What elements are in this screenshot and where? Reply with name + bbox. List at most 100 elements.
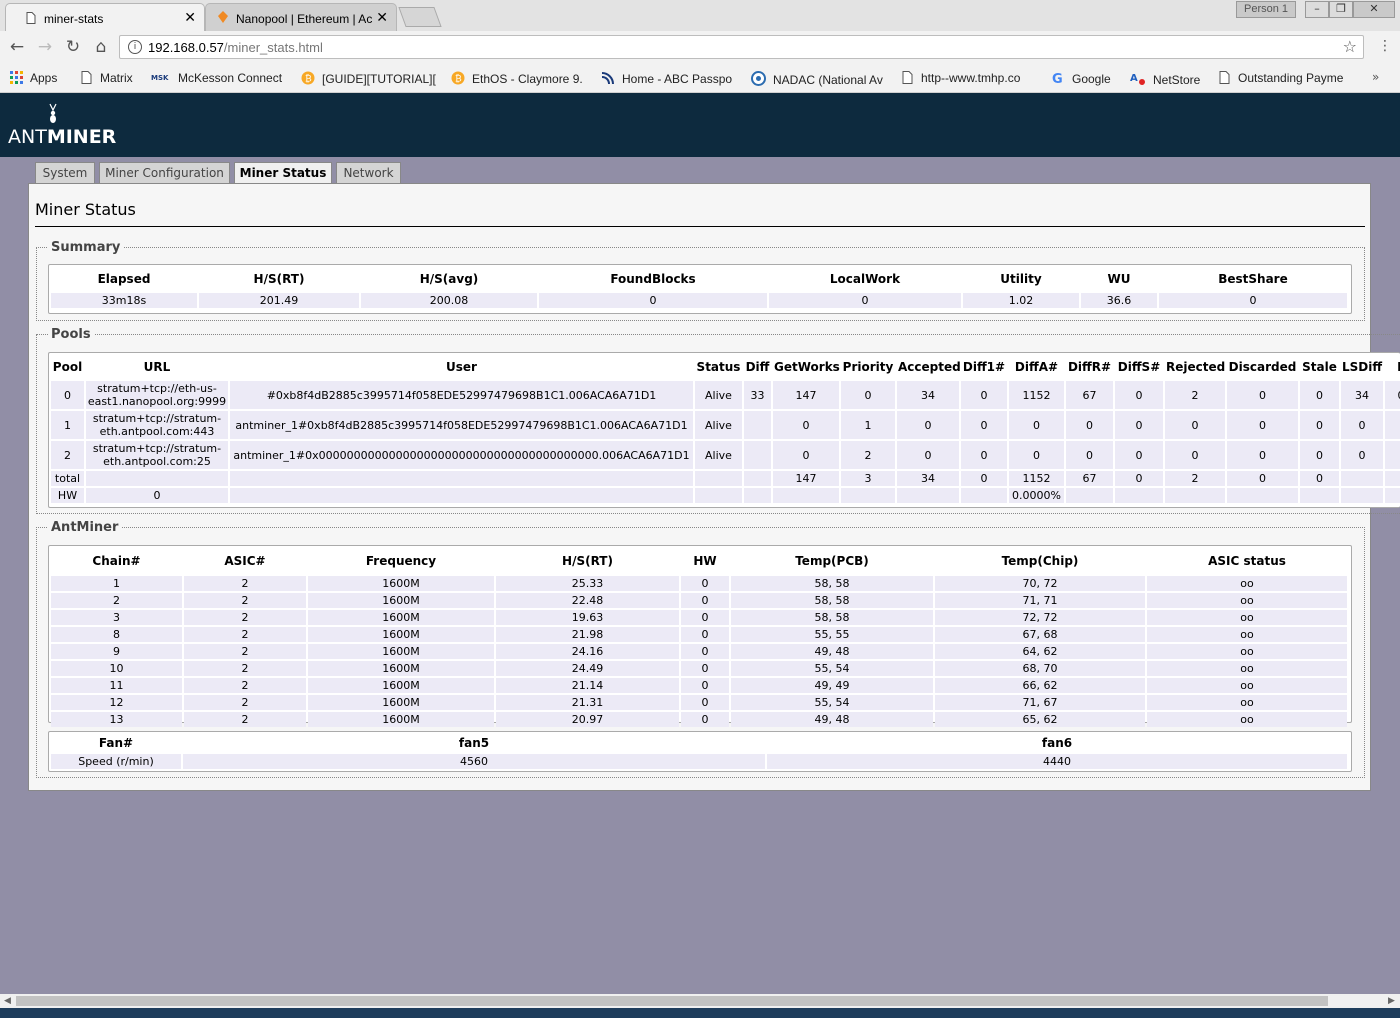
home-icon[interactable]: ⌂ <box>91 37 111 57</box>
chain-cell: 1600M <box>308 695 494 710</box>
pool-priority: 2 <box>841 441 895 469</box>
chains-header: Frequency <box>365 554 437 568</box>
more-bookmarks-icon[interactable]: » <box>1372 70 1379 84</box>
bookmark-abc[interactable]: Home - ABC Passpo <box>601 71 732 86</box>
scrollbar-thumb[interactable] <box>16 996 1328 1006</box>
pools-header: Rejected <box>1166 360 1226 374</box>
chain-row: 1 2 1600M 25.33 0 58, 58 70, 72 oo <box>51 576 1347 591</box>
chain-cell: 13 <box>51 712 182 727</box>
bookmark-star-icon[interactable]: ☆ <box>1343 37 1357 56</box>
page-icon <box>81 71 92 84</box>
back-icon[interactable]: ← <box>7 37 27 57</box>
svg-text:MSK: MSK <box>151 74 169 82</box>
reload-icon[interactable]: ↻ <box>63 37 83 57</box>
tab-miner-status[interactable]: Miner Status <box>234 162 332 184</box>
new-tab-button[interactable] <box>398 7 442 27</box>
profile-button[interactable]: Person 1 <box>1236 1 1296 18</box>
chain-cell: 1600M <box>308 610 494 625</box>
pool-rejected: 0 <box>1165 411 1225 439</box>
bookmark-mckesson[interactable]: MSK McKesson Connect <box>151 71 282 85</box>
address-bar[interactable]: i 192.168.0.57/miner_stats.html ☆ <box>119 35 1364 59</box>
total-diffa: 1152 <box>1009 471 1064 486</box>
pool-diff1: 0 <box>961 441 1007 469</box>
bookmark-nadac[interactable]: NADAC (National Av <box>751 71 883 87</box>
bookmark-tmhp[interactable]: http--www.tmhp.co <box>901 71 1020 85</box>
bookmark-label: http--www.tmhp.co <box>921 71 1021 85</box>
pools-table-box: Pool URL User Status Diff GetWorks Prior… <box>48 352 1400 508</box>
bookmark-outstanding[interactable]: Outstanding Payme <box>1218 71 1343 85</box>
chain-cell: oo <box>1147 610 1347 625</box>
summary-cell: 0 <box>1159 293 1347 308</box>
browser-tab-nanopool[interactable]: Nanopool | Ethereum | Ac ✕ <box>205 3 397 31</box>
total-cell <box>1341 471 1383 486</box>
chain-cell: 71, 67 <box>935 695 1145 710</box>
tab-system[interactable]: System <box>35 162 95 183</box>
pool-l <box>1385 411 1400 439</box>
pool-diffs: 0 <box>1115 411 1163 439</box>
horizontal-scrollbar[interactable]: ◀ ▶ <box>0 994 1400 1008</box>
hw-percent: 0.0000% <box>1009 488 1064 503</box>
summary-header: H/S(avg) <box>419 272 479 286</box>
bookmark-netstore[interactable]: A NetStore <box>1130 71 1200 87</box>
summary-header: Utility <box>1000 272 1042 286</box>
hw-value: 0 <box>86 488 228 503</box>
chain-cell: 72, 72 <box>935 610 1145 625</box>
bookmark-matrix[interactable]: Matrix <box>80 71 133 85</box>
pool-diffa: 0 <box>1009 441 1064 469</box>
total-cell <box>1385 471 1400 486</box>
chain-cell: 21.31 <box>496 695 679 710</box>
restore-icon[interactable]: ❐ <box>1329 1 1353 18</box>
pool-diffa: 0 <box>1009 411 1064 439</box>
svg-text:₿: ₿ <box>305 74 312 85</box>
pools-hw-row: HW 0 0.0000% <box>51 488 1400 503</box>
total-discarded: 0 <box>1227 471 1298 486</box>
total-cell <box>86 471 228 486</box>
bookmark-guide[interactable]: ₿ [GUIDE][TUTORIAL][ <box>301 71 436 86</box>
browser-tab-miner-stats[interactable]: miner-stats ✕ <box>5 3 205 31</box>
chain-cell: 65, 62 <box>935 712 1145 727</box>
bookmark-google[interactable]: G Google <box>1051 71 1111 86</box>
tab-miner-configuration[interactable]: Miner Configuration <box>99 162 230 183</box>
chain-cell: 2 <box>184 610 306 625</box>
pools-header: Discarded <box>1228 360 1297 374</box>
nadac-icon <box>751 71 766 86</box>
summary-cell: 0 <box>539 293 767 308</box>
url-host: 192.168.0.57 <box>148 40 224 55</box>
chain-cell: 21.14 <box>496 678 679 693</box>
chain-cell: 20.97 <box>496 712 679 727</box>
hw-cell <box>1227 488 1298 503</box>
menu-icon[interactable]: ⋮ <box>1378 38 1392 54</box>
pools-header: L <box>1385 355 1400 379</box>
page-title: Miner Status <box>35 200 136 219</box>
tab-network[interactable]: Network <box>336 162 401 183</box>
chain-cell: 22.48 <box>496 593 679 608</box>
chain-cell: oo <box>1147 678 1347 693</box>
pool-user: antminer_1#0xb8f4dB2885c3995714f058EDE52… <box>230 411 693 439</box>
pool-status: Alive <box>695 411 742 439</box>
scroll-left-icon[interactable]: ◀ <box>4 994 11 1008</box>
chain-cell: 1 <box>51 576 182 591</box>
close-icon[interactable]: ✕ <box>376 9 388 26</box>
minimize-icon[interactable]: – <box>1305 1 1329 18</box>
info-icon[interactable]: i <box>128 40 142 54</box>
bookmark-apps[interactable]: Apps <box>10 71 57 85</box>
fans-table-box: Fan# fan5 fan6 Speed (r/min) 4560 4440 <box>48 731 1352 772</box>
summary-cell: 200.08 <box>361 293 537 308</box>
total-getworks: 147 <box>773 471 839 486</box>
bookmark-ethos[interactable]: ₿ EthOS - Claymore 9. <box>451 71 583 86</box>
antminer-logo: ANTMINER <box>8 126 116 148</box>
total-diffs: 0 <box>1115 471 1163 486</box>
pool-discarded: 0 <box>1227 381 1298 409</box>
forward-icon[interactable]: → <box>35 37 55 57</box>
chain-cell: 19.63 <box>496 610 679 625</box>
pool-accepted: 34 <box>897 381 959 409</box>
scroll-right-icon[interactable]: ▶ <box>1388 994 1395 1008</box>
pool-url: stratum+tcp://stratum-eth.antpool.com:44… <box>86 411 228 439</box>
pool-accepted: 0 <box>897 441 959 469</box>
pools-legend: Pools <box>48 327 94 342</box>
close-window-icon[interactable]: ✕ <box>1353 1 1395 18</box>
close-icon[interactable]: ✕ <box>184 9 196 26</box>
svg-text:₿: ₿ <box>455 74 462 85</box>
hw-cell <box>961 488 1007 503</box>
chain-cell: oo <box>1147 695 1347 710</box>
